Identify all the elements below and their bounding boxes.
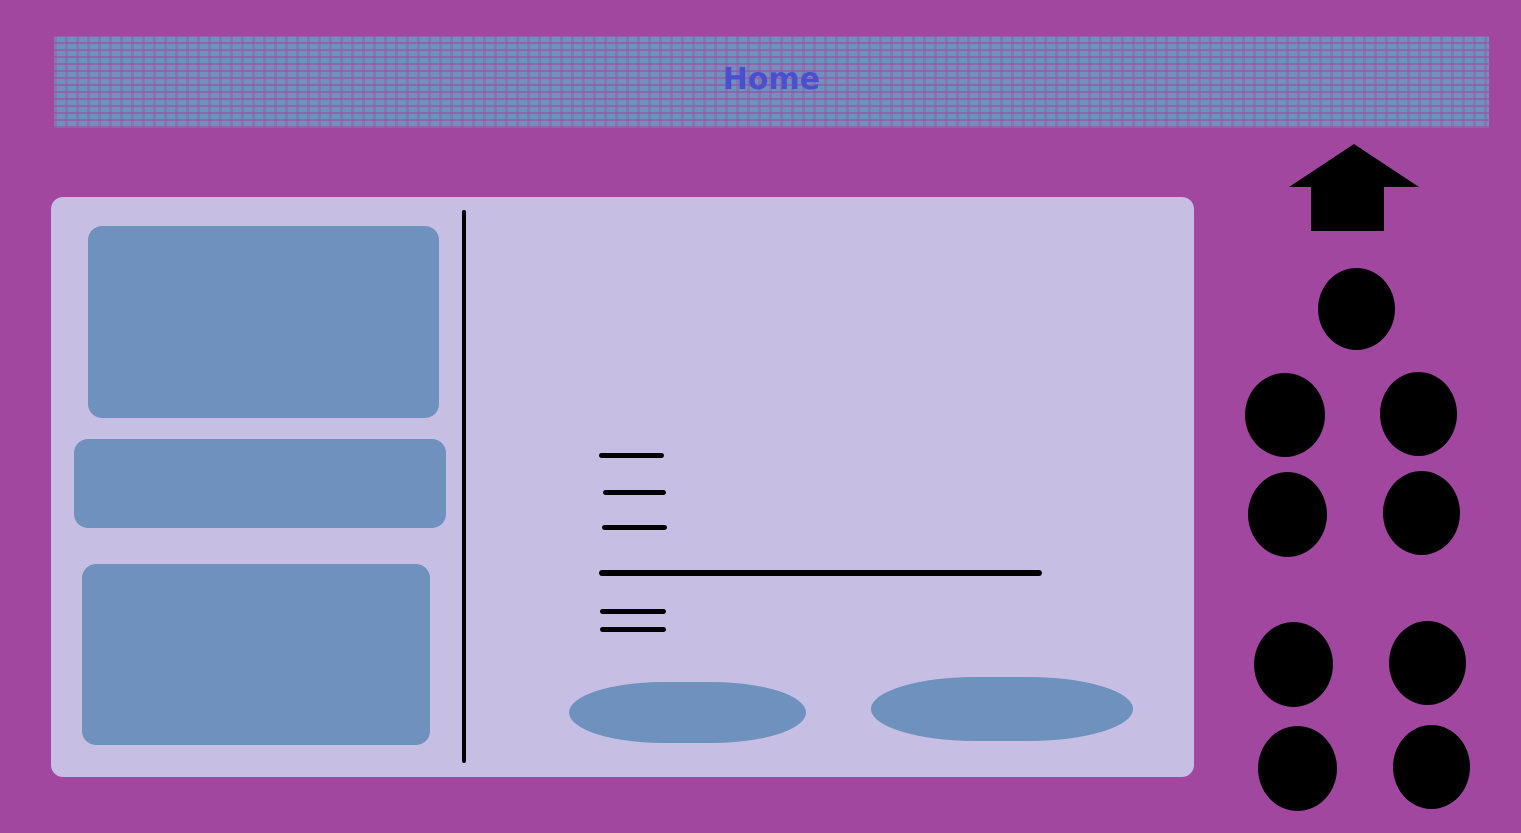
circle-button[interactable] bbox=[1245, 373, 1325, 457]
page-title: Home bbox=[722, 61, 821, 97]
text-line-placeholder bbox=[603, 490, 666, 495]
main-panel bbox=[51, 197, 1194, 777]
long-line-placeholder bbox=[599, 570, 1042, 576]
header-banner: Home bbox=[54, 36, 1489, 128]
text-line-placeholder bbox=[599, 453, 664, 458]
circle-button[interactable] bbox=[1248, 472, 1327, 557]
card-middle[interactable] bbox=[74, 439, 446, 528]
circle-button[interactable] bbox=[1318, 268, 1395, 350]
circle-button[interactable] bbox=[1258, 726, 1337, 811]
circle-button[interactable] bbox=[1389, 621, 1466, 705]
home-icon bbox=[1289, 144, 1419, 231]
action-button-left[interactable] bbox=[569, 682, 806, 743]
circle-button[interactable] bbox=[1393, 725, 1470, 809]
panel-divider bbox=[462, 210, 466, 763]
circle-button[interactable] bbox=[1254, 622, 1333, 707]
circle-button[interactable] bbox=[1380, 372, 1457, 456]
text-line-placeholder bbox=[600, 627, 666, 632]
home-button[interactable] bbox=[1289, 144, 1419, 232]
circle-button[interactable] bbox=[1383, 471, 1460, 555]
action-button-right[interactable] bbox=[871, 677, 1133, 741]
card-bottom[interactable] bbox=[82, 564, 430, 745]
text-line-placeholder bbox=[600, 609, 666, 614]
text-line-placeholder bbox=[602, 525, 667, 530]
card-top[interactable] bbox=[88, 226, 439, 418]
